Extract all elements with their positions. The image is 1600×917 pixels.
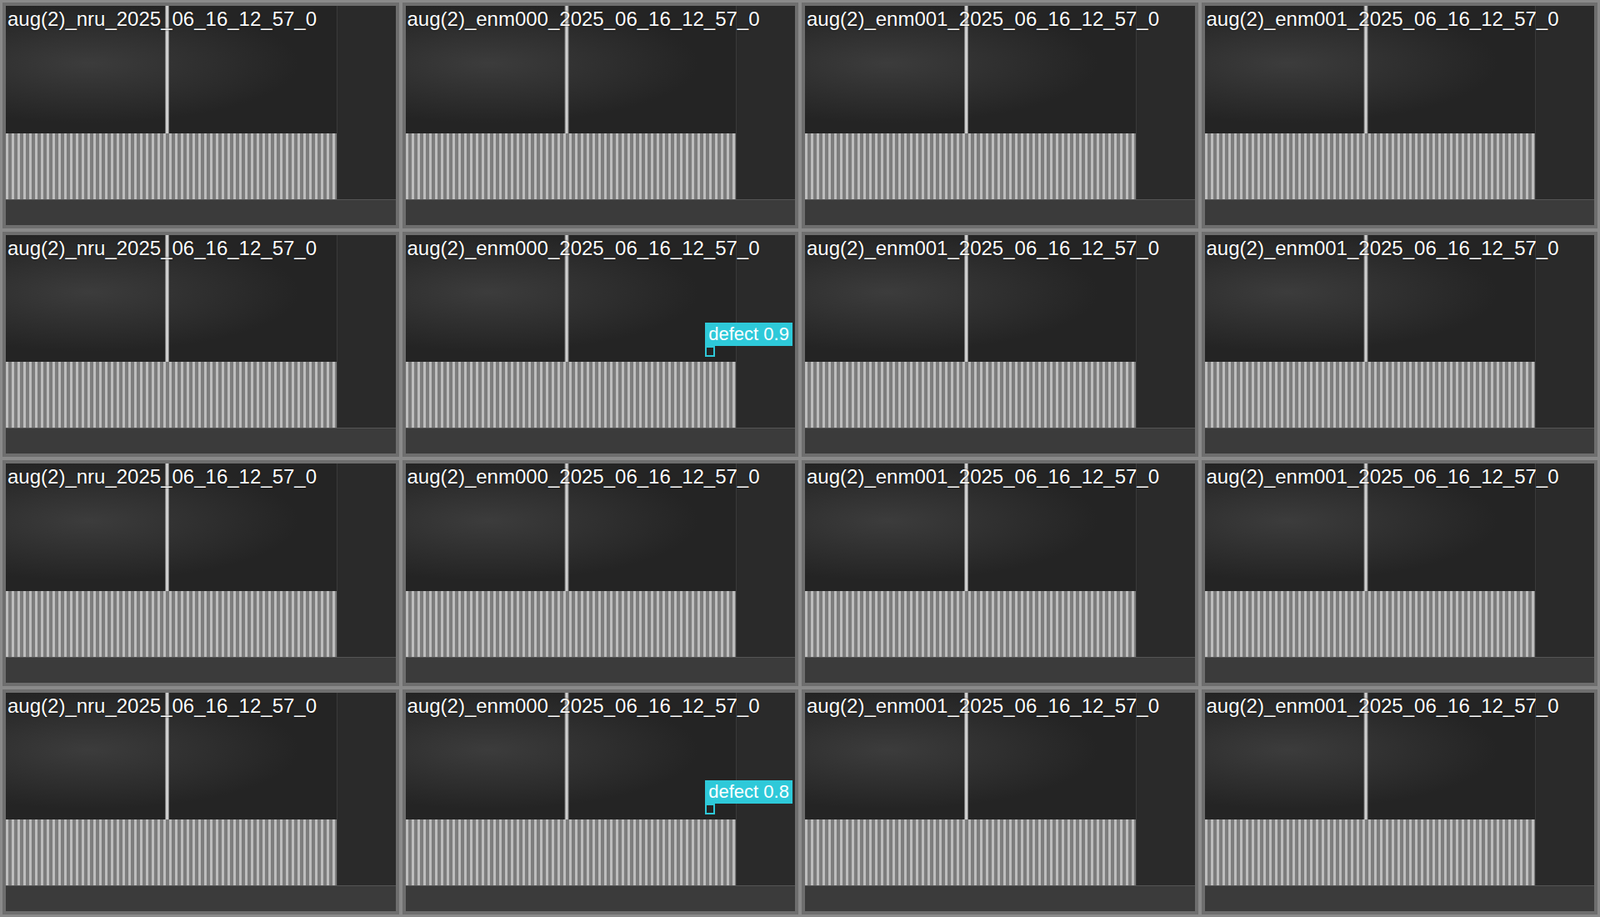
- image-tile: aug(2)_nru_2025_06_16_12_57_0: [2, 231, 400, 458]
- image-grid: aug(2)_nru_2025_06_16_12_57_0 aug(2)_enm…: [0, 0, 1600, 917]
- tile-label: aug(2)_enm000_2025_06_16_12_57_0: [407, 694, 796, 718]
- tile-label: aug(2)_enm000_2025_06_16_12_57_0: [407, 465, 796, 489]
- frame-image: [405, 5, 796, 200]
- camera-frame: [1205, 463, 1595, 683]
- frame-image: [805, 235, 1195, 429]
- frame-image: [805, 5, 1195, 200]
- tile-label: aug(2)_enm001_2025_06_16_12_57_0: [806, 7, 1195, 31]
- camera-frame: [405, 463, 796, 683]
- frame-image: [5, 235, 396, 429]
- tile-label: aug(2)_enm001_2025_06_16_12_57_0: [1206, 465, 1595, 489]
- tile-label: aug(2)_enm001_2025_06_16_12_57_0: [806, 694, 1195, 718]
- image-tile: aug(2)_enm001_2025_06_16_12_57_0: [801, 689, 1199, 915]
- tile-label: aug(2)_enm001_2025_06_16_12_57_0: [1206, 7, 1595, 31]
- detection-label: defect 0.8: [705, 780, 793, 804]
- frame-image: [405, 463, 796, 657]
- tile-label: aug(2)_enm000_2025_06_16_12_57_0: [407, 236, 796, 260]
- tile-label: aug(2)_enm001_2025_06_16_12_57_0: [806, 236, 1195, 260]
- detection-box: defect 0.8: [705, 803, 715, 814]
- camera-frame: [805, 235, 1195, 455]
- tile-label: aug(2)_nru_2025_06_16_12_57_0: [7, 465, 396, 489]
- image-tile: aug(2)_nru_2025_06_16_12_57_0: [2, 689, 400, 915]
- image-tile: aug(2)_enm000_2025_06_16_12_57_0 defect …: [402, 689, 800, 915]
- frame-image: [1205, 5, 1595, 200]
- tile-label: aug(2)_nru_2025_06_16_12_57_0: [7, 694, 396, 718]
- camera-frame: [1205, 235, 1595, 455]
- image-tile: aug(2)_enm000_2025_06_16_12_57_0 defect …: [402, 231, 800, 458]
- camera-frame: [5, 692, 396, 912]
- camera-frame: [805, 692, 1195, 912]
- image-tile: aug(2)_enm000_2025_06_16_12_57_0: [402, 2, 800, 229]
- camera-frame: [5, 5, 396, 225]
- frame-image: [1205, 235, 1595, 429]
- image-tile: aug(2)_enm001_2025_06_16_12_57_0: [801, 2, 1199, 229]
- image-tile: aug(2)_enm001_2025_06_16_12_57_0: [1201, 460, 1599, 686]
- detection-box: defect 0.9: [705, 345, 715, 356]
- image-tile: aug(2)_enm001_2025_06_16_12_57_0: [801, 231, 1199, 458]
- image-tile: aug(2)_enm000_2025_06_16_12_57_0: [402, 460, 800, 686]
- tile-label: aug(2)_enm001_2025_06_16_12_57_0: [806, 465, 1195, 489]
- frame-image: [1205, 463, 1595, 657]
- frame-image: [5, 5, 396, 200]
- tile-label: aug(2)_nru_2025_06_16_12_57_0: [7, 7, 396, 31]
- image-tile: aug(2)_enm001_2025_06_16_12_57_0: [1201, 2, 1599, 229]
- image-tile: aug(2)_nru_2025_06_16_12_57_0: [2, 460, 400, 686]
- tile-label: aug(2)_enm001_2025_06_16_12_57_0: [1206, 236, 1595, 260]
- frame-image: [5, 463, 396, 657]
- camera-frame: [5, 235, 396, 455]
- tile-label: aug(2)_enm000_2025_06_16_12_57_0: [407, 7, 796, 31]
- frame-image: [1205, 692, 1595, 886]
- camera-frame: [1205, 5, 1595, 225]
- camera-frame: [405, 5, 796, 225]
- image-tile: aug(2)_nru_2025_06_16_12_57_0: [2, 2, 400, 229]
- camera-frame: [805, 463, 1195, 683]
- tile-label: aug(2)_enm001_2025_06_16_12_57_0: [1206, 694, 1595, 718]
- image-tile: aug(2)_enm001_2025_06_16_12_57_0: [801, 460, 1199, 686]
- camera-frame: [1205, 692, 1595, 912]
- detection-label: defect 0.9: [705, 322, 793, 346]
- frame-image: [805, 692, 1195, 886]
- frame-image: [5, 692, 396, 886]
- image-tile: aug(2)_enm001_2025_06_16_12_57_0: [1201, 231, 1599, 458]
- frame-image: [805, 463, 1195, 657]
- image-tile: aug(2)_enm001_2025_06_16_12_57_0: [1201, 689, 1599, 915]
- camera-frame: [5, 463, 396, 683]
- camera-frame: [805, 5, 1195, 225]
- tile-label: aug(2)_nru_2025_06_16_12_57_0: [7, 236, 396, 260]
